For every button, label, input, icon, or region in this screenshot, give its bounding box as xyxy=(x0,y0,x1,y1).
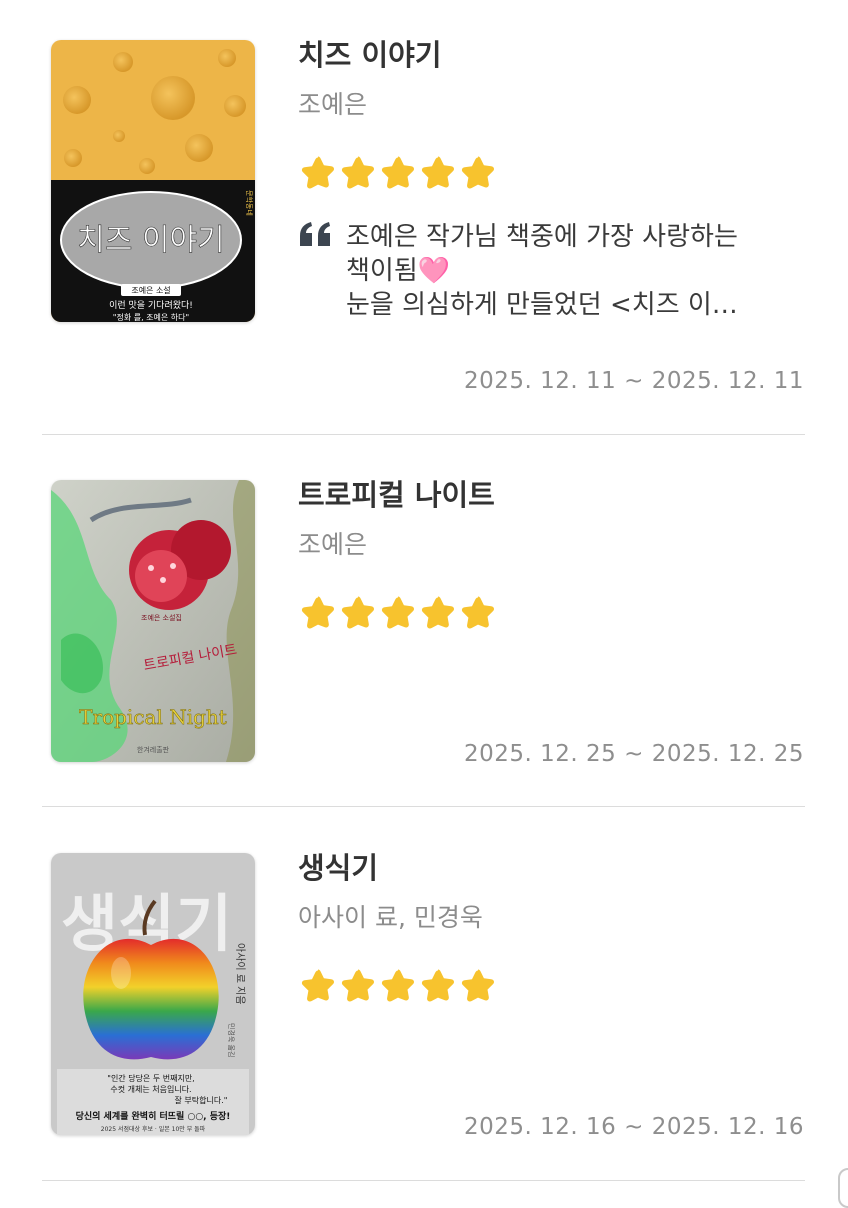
divider xyxy=(42,806,805,807)
star-icon xyxy=(381,596,415,629)
star-icon xyxy=(461,969,495,1002)
rating-stars xyxy=(298,965,498,1005)
quote-icon xyxy=(300,222,330,246)
cover-translator: 민경욱 옮김 xyxy=(227,1023,236,1057)
star-icon xyxy=(381,156,415,189)
cover-footer: 2025 서점대상 후보 · 일본 10만 부 돌파 xyxy=(101,1125,206,1133)
cover-blurb: 수컷 개체는 처음입니다. xyxy=(110,1084,191,1094)
cover-blurb: 잘 부탁합니다." xyxy=(175,1095,228,1105)
book-cover[interactable]: 생식기 아사이 료 지음 민경욱 옮김 "인간 당당은 두 번째지만, 수컷 개… xyxy=(51,853,255,1135)
book-author: 아사이 료, 민경욱 xyxy=(298,903,483,932)
review-excerpt[interactable]: 조예은 작가님 책중에 가장 사랑하는 책이됨🩷 눈을 의심하게 만들었던 <치… xyxy=(346,220,806,322)
star-icon xyxy=(381,969,415,1002)
cover-author: 조예은 소설 xyxy=(131,285,170,295)
star-icon xyxy=(301,156,335,189)
cover-banner: 당신의 세계를 완벽히 터뜨릴 ○○, 등장! xyxy=(76,1110,231,1122)
book-title[interactable]: 생식기 xyxy=(298,845,378,887)
book-author: 조예은 xyxy=(298,530,368,559)
star-icon xyxy=(301,969,335,1002)
floating-button-edge[interactable] xyxy=(838,1168,848,1208)
cover-tagline: 이런 맛을 기다려왔다! xyxy=(109,300,193,311)
rating-stars xyxy=(298,152,498,192)
star-icon xyxy=(301,596,335,629)
reading-dates: 2025. 12. 25 ~ 2025. 12. 25 xyxy=(463,741,804,767)
book-title[interactable]: 트로피컬 나이트 xyxy=(298,472,495,514)
star-icon xyxy=(341,596,375,629)
book-title[interactable]: 치즈 이야기 xyxy=(298,32,442,74)
star-icon xyxy=(341,156,375,189)
cover-author: 조예은 소설집 xyxy=(141,613,182,622)
review-line: 조예은 작가님 책중에 가장 사랑하는 xyxy=(346,222,738,252)
star-icon xyxy=(421,969,455,1002)
star-icon xyxy=(461,156,495,189)
review-line: 눈을 의심하게 만들었던 <치즈 이… xyxy=(346,290,738,320)
book-author: 조예은 xyxy=(298,90,368,119)
divider xyxy=(42,1180,805,1181)
cover-title: 치즈 이야기 xyxy=(77,223,225,258)
rating-stars xyxy=(298,592,498,632)
book-cover[interactable]: 트로피컬 나이트 Tropical Night 조예은 소설집 한겨레출판 xyxy=(51,480,255,762)
reading-dates: 2025. 12. 11 ~ 2025. 12. 11 xyxy=(463,368,804,394)
reading-list: 치즈 이야기 조예은 소설 이런 맛을 기다려왔다! "정화 를, 조예은 하다… xyxy=(0,0,848,1208)
cover-blurb: "인간 당당은 두 번째지만, xyxy=(107,1073,194,1083)
star-icon xyxy=(421,156,455,189)
cover-publisher: 문학동네 xyxy=(245,190,254,216)
cover-tagline-2: "정화 를, 조예은 하다" xyxy=(113,312,189,322)
star-icon xyxy=(421,596,455,629)
cover-author: 아사이 료 지음 xyxy=(234,943,246,1005)
star-icon xyxy=(341,969,375,1002)
reading-dates: 2025. 12. 16 ~ 2025. 12. 16 xyxy=(463,1114,804,1140)
cover-publisher: 한겨레출판 xyxy=(137,745,170,754)
divider xyxy=(42,434,805,435)
book-cover[interactable]: 치즈 이야기 조예은 소설 이런 맛을 기다려왔다! "정화 를, 조예은 하다… xyxy=(51,40,255,322)
review-line: 책이됨🩷 xyxy=(346,256,451,286)
cover-english-title: Tropical Night xyxy=(79,705,227,729)
star-icon xyxy=(461,596,495,629)
